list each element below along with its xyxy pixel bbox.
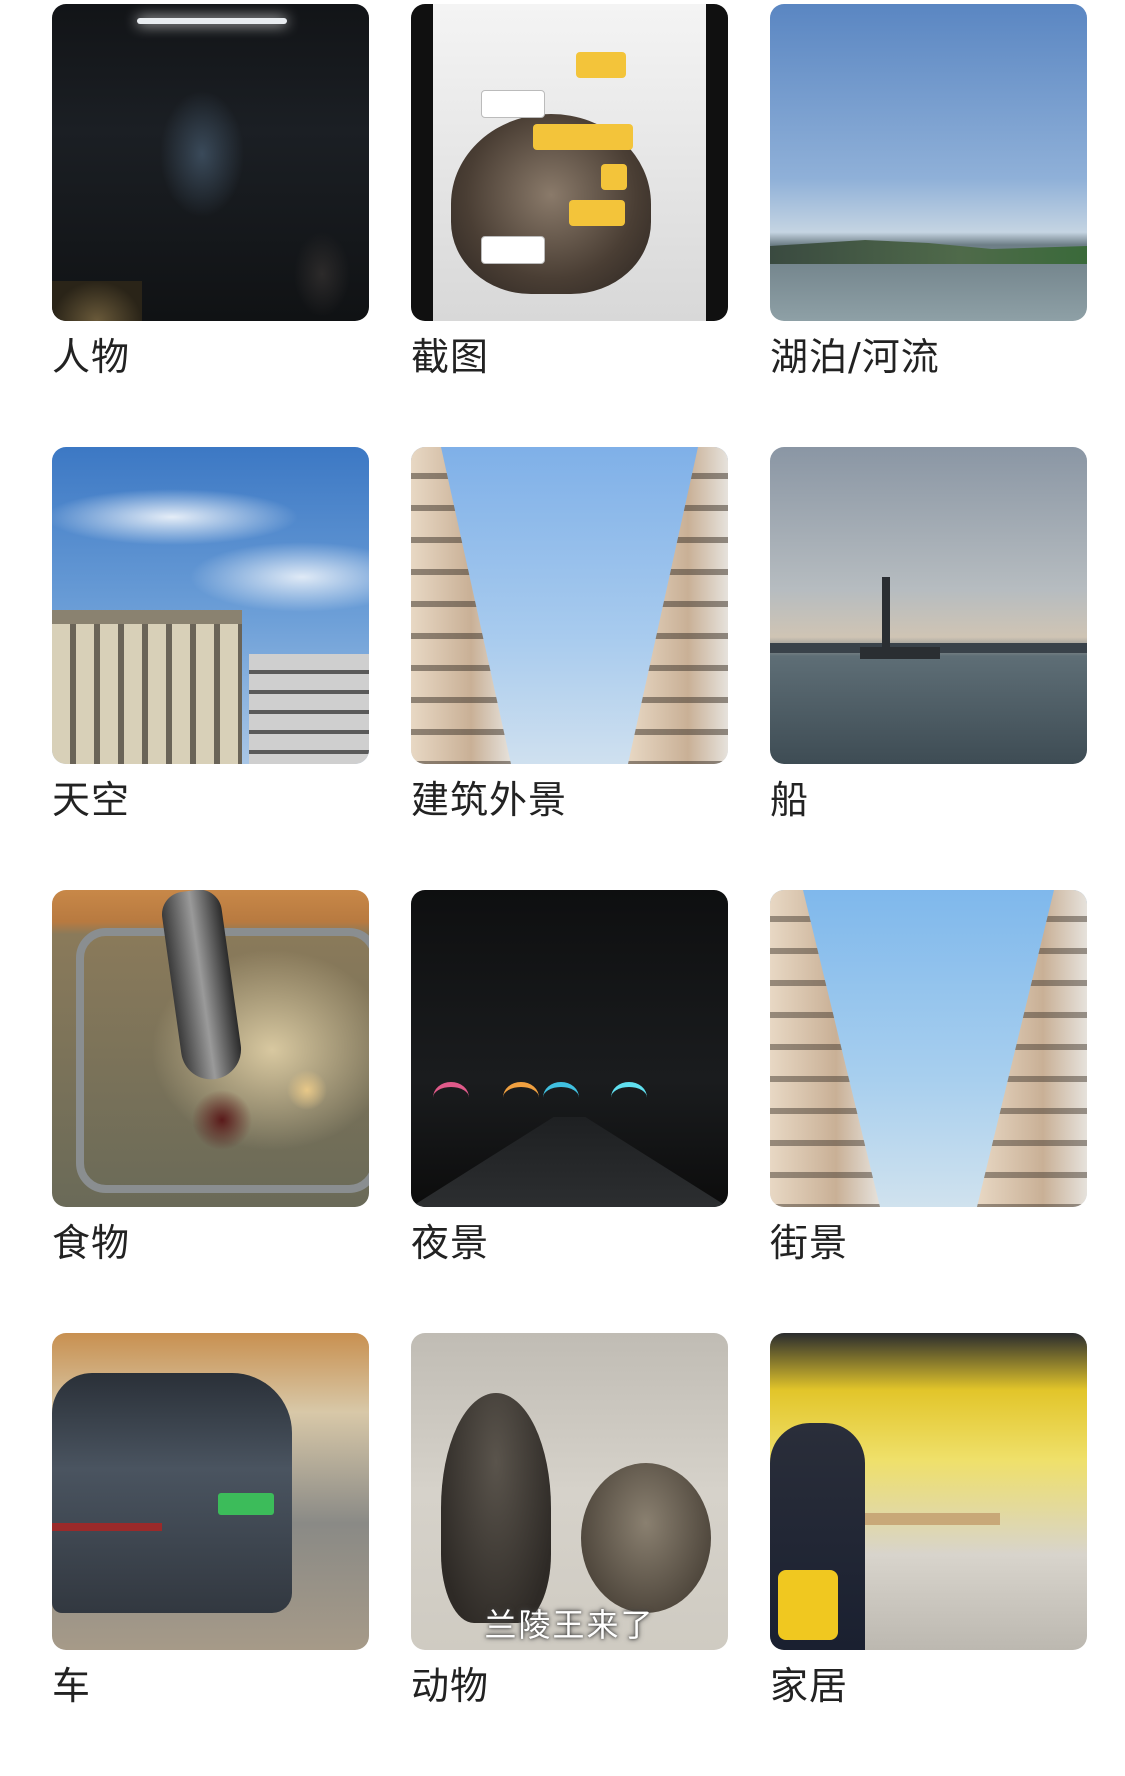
album-label: 街景	[770, 1221, 849, 1265]
album-tile-food[interactable]: 食物	[52, 890, 369, 1333]
car-photo[interactable]	[52, 1333, 369, 1650]
album-label: 人物	[52, 335, 131, 379]
album-label: 动物	[411, 1664, 490, 1708]
night-scene-photo[interactable]	[411, 890, 728, 1207]
album-tile-people[interactable]: 人物	[52, 4, 369, 447]
ship-photo[interactable]	[770, 447, 1087, 764]
album-tile-car[interactable]: 车	[52, 1333, 369, 1776]
screenshot-photo[interactable]	[411, 4, 728, 321]
album-label: 湖泊/河流	[770, 335, 940, 379]
album-tile-sky[interactable]: 天空	[52, 447, 369, 890]
album-category-grid: 人物 截图 湖泊/河流 天空 建筑外景 船 食物 夜景 街景 车 兰陵王来了 动…	[52, 4, 1087, 1776]
album-tile-lake-river[interactable]: 湖泊/河流	[770, 4, 1087, 447]
lake-river-photo[interactable]	[770, 4, 1087, 321]
sky-photo[interactable]	[52, 447, 369, 764]
people-photo[interactable]	[52, 4, 369, 321]
album-label: 截图	[411, 335, 490, 379]
album-tile-home[interactable]: 家居	[770, 1333, 1087, 1776]
gif-caption: 兰陵王来了	[484, 1606, 655, 1644]
album-tile-building-exterior[interactable]: 建筑外景	[411, 447, 728, 890]
album-label: 食物	[52, 1221, 131, 1265]
food-photo[interactable]	[52, 890, 369, 1207]
animal-photo[interactable]: 兰陵王来了	[411, 1333, 728, 1650]
album-tile-screenshot[interactable]: 截图	[411, 4, 728, 447]
building-exterior-photo[interactable]	[411, 447, 728, 764]
album-tile-street-view[interactable]: 街景	[770, 890, 1087, 1333]
street-view-photo[interactable]	[770, 890, 1087, 1207]
album-tile-ship[interactable]: 船	[770, 447, 1087, 890]
album-label: 夜景	[411, 1221, 490, 1265]
album-label: 船	[770, 778, 810, 822]
album-tile-animal[interactable]: 兰陵王来了 动物	[411, 1333, 728, 1776]
home-photo[interactable]	[770, 1333, 1087, 1650]
album-label: 车	[52, 1664, 92, 1708]
album-label: 家居	[770, 1664, 849, 1708]
album-label: 天空	[52, 778, 131, 822]
album-tile-night-scene[interactable]: 夜景	[411, 890, 728, 1333]
album-label: 建筑外景	[411, 778, 568, 822]
